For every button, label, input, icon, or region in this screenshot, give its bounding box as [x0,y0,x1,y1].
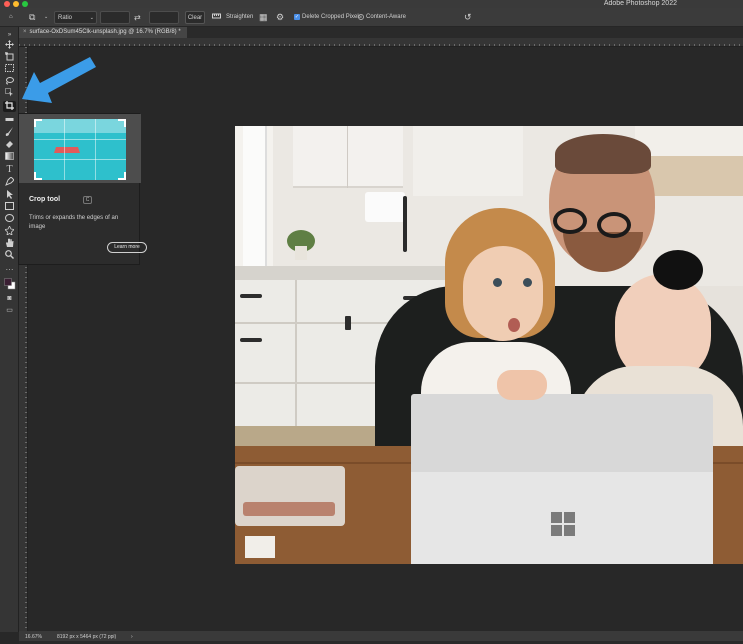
tooltip-preview-image [34,119,126,180]
document-tab-title: surface-OxDSum45Clk-unsplash.jpg @ 16.7%… [29,29,181,35]
crop-height-field[interactable] [149,11,179,24]
learn-more-button[interactable]: Learn more [107,242,147,253]
eraser-tool-icon[interactable] [3,140,16,151]
straighten-label[interactable]: Straighten [226,11,253,24]
chevron-down-icon[interactable]: ⌄ [44,11,48,24]
app-title: Adobe Photoshop 2022 [603,0,677,7]
ratio-select-value: Ratio [58,15,73,21]
crop-width-field[interactable] [100,11,130,24]
gear-icon[interactable]: ⚙ [276,11,286,24]
status-bar: 16.67% 8192 px x 5464 px (72 ppi) › [19,631,743,644]
ratio-select[interactable]: Ratio ⌄ [54,11,97,24]
lasso-tool-icon[interactable] [3,76,16,87]
delete-cropped-pixels-checkbox[interactable]: ✓ [294,14,300,20]
chevron-down-icon: ⌄ [89,15,94,21]
pen-tool-icon[interactable] [3,176,16,188]
clear-button[interactable]: Clear [185,11,205,24]
swap-dimensions-icon[interactable]: ⇄ [134,11,144,24]
zoom-window-button[interactable] [22,1,28,7]
straighten-icon[interactable] [212,11,222,24]
zoom-tool-icon[interactable] [3,250,16,261]
object-selection-tool-icon[interactable] [3,88,16,99]
hand-tool-icon[interactable] [3,238,16,249]
rectangle-tool-icon[interactable] [3,202,16,213]
more-tools-icon[interactable]: ··· [3,264,16,275]
tooltip-shortcut-key: C [83,196,92,204]
title-bar: Adobe Photoshop 2022 [0,0,743,8]
reset-icon[interactable]: ↺ [464,11,472,24]
overlay-grid-icon[interactable]: ▦ [259,11,269,24]
close-window-button[interactable] [4,1,10,7]
move-tool-icon[interactable] [3,40,16,51]
home-icon[interactable]: ⌂ [9,11,19,24]
minimize-window-button[interactable] [13,1,19,7]
tooltip-preview [19,114,141,183]
document-tab[interactable]: × surface-OxDSum45Clk-unsplash.jpg @ 16.7… [19,27,187,38]
screen-mode-icon[interactable]: ▭ [3,305,16,316]
custom-shape-tool-icon[interactable] [3,225,16,237]
status-menu-arrow-icon[interactable]: › [131,634,133,640]
content-aware-label[interactable]: Content-Aware [366,11,406,24]
arrow-annotation [22,57,96,103]
horizontal-ruler[interactable] [19,38,743,47]
crop-tool-tooltip: Crop tool C Trims or expands the edges o… [18,113,147,265]
close-tab-icon[interactable]: × [23,29,27,35]
marquee-tool-icon[interactable] [3,64,16,75]
tooltip-description: Trims or expands the edges of an image [29,215,119,230]
color-swatches[interactable] [3,277,16,290]
delete-cropped-pixels-label[interactable]: Delete Cropped Pixels [302,11,362,24]
ellipse-tool-icon[interactable] [3,214,16,225]
crop-tool-preset-icon[interactable]: ⧉ [29,11,43,24]
brush-tool-icon[interactable] [3,127,16,138]
tools-panel: » T ··· ◙ ▭ [0,27,19,632]
artboard-tool-icon[interactable] [3,52,16,63]
crop-tool-icon[interactable] [3,101,16,112]
path-selection-tool-icon[interactable] [3,190,16,201]
document-tab-bar: × surface-OxDSum45Clk-unsplash.jpg @ 16.7… [19,27,743,38]
content-aware-checkbox[interactable] [358,14,364,20]
zoom-level[interactable]: 16.67% [25,634,42,640]
tooltip-title: Crop tool [29,196,61,203]
document-dimensions: 8192 px x 5464 px (72 ppi) [57,634,117,640]
quick-mask-icon[interactable]: ◙ [3,293,16,304]
type-tool-icon[interactable]: T [3,164,16,175]
gradient-tool-icon[interactable] [3,152,16,163]
options-bar: ⌂ ⧉ ⌄ Ratio ⌄ ⇄ Clear Straighten ▦ ⚙ ✓ D… [0,8,743,27]
document-image[interactable] [235,126,743,564]
frame-tool-icon[interactable] [3,115,16,126]
